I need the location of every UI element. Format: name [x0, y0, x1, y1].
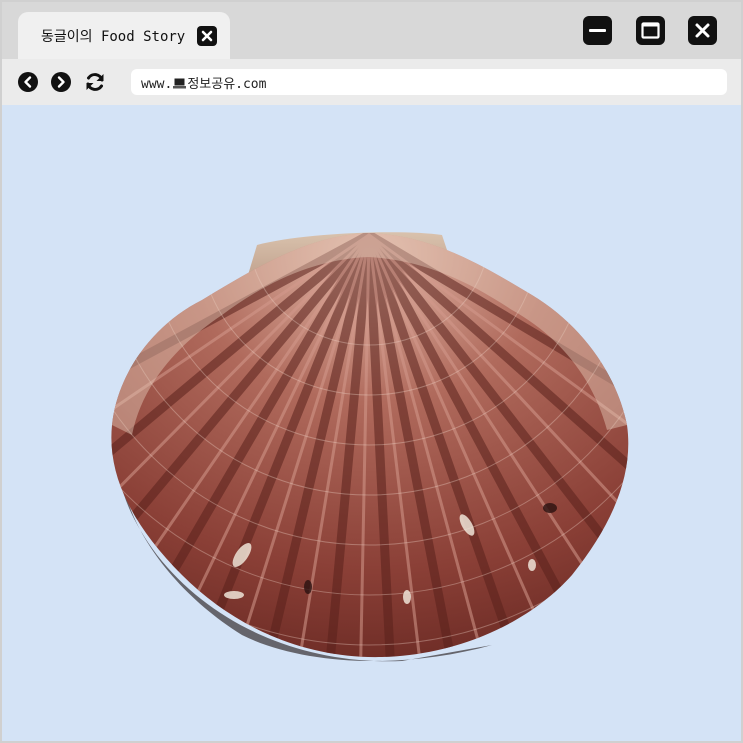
url-prefix: www.	[141, 77, 173, 92]
scallop-shell-image	[111, 232, 629, 662]
forward-icon[interactable]	[50, 71, 72, 93]
maximize-icon[interactable]	[636, 16, 665, 45]
tab-close-icon[interactable]	[197, 26, 217, 46]
minimize-icon[interactable]	[583, 16, 612, 45]
browser-window: 동글이의 Food Story www. 정보공유.com	[0, 0, 743, 743]
toolbar: www. 정보공유.com	[2, 59, 741, 105]
tab-bar: 동글이의 Food Story	[2, 2, 741, 59]
tab-active[interactable]: 동글이의 Food Story	[18, 12, 230, 59]
close-icon[interactable]	[688, 16, 717, 45]
tab-title: 동글이의 Food Story	[41, 29, 186, 45]
reload-icon[interactable]	[84, 71, 106, 93]
url-text: www. 정보공유.com	[141, 73, 266, 92]
back-icon[interactable]	[17, 71, 39, 93]
page-content	[2, 105, 741, 741]
url-suffix: 정보공유.com	[187, 77, 267, 92]
laptop-icon	[173, 78, 187, 89]
address-bar[interactable]: www. 정보공유.com	[131, 69, 727, 95]
